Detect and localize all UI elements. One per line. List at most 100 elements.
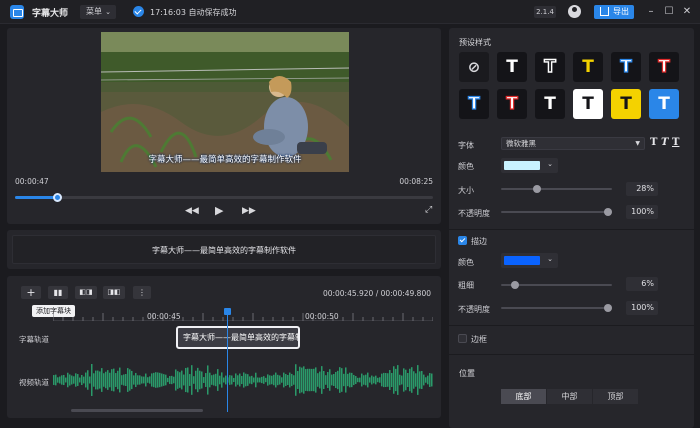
chevron-down-icon: ⌄: [547, 255, 553, 263]
version-badge: 2.1.4: [534, 6, 556, 18]
timeline-panel: + ▮▮ ◧◨ ◨◧ ⋮ 添加字幕块 00:00:45.920 / 00:00:…: [7, 276, 441, 418]
rewind-icon[interactable]: ◀◀: [185, 206, 199, 216]
menu-label: 菜单: [86, 7, 102, 16]
preset-style-7[interactable]: T: [497, 89, 527, 119]
maximize-icon[interactable]: ☐: [662, 4, 676, 20]
thickness-slider-handle[interactable]: [511, 281, 520, 289]
menu-button[interactable]: 菜单 ⌄: [80, 5, 116, 19]
app-title: 字幕大师: [32, 9, 69, 19]
size-slider[interactable]: [501, 185, 612, 193]
audio-waveform: [53, 364, 433, 396]
opacity-slider[interactable]: [501, 208, 612, 216]
video-frame[interactable]: 字幕大师——最简单高效的字幕制作软件: [101, 32, 349, 172]
progress-fill: [15, 196, 57, 199]
title-bar: 字幕大师 菜单 ⌄ 17:16:03 自动保存成功 2.1.4 导出 – ☐ ✕: [0, 0, 700, 24]
preset-style-5[interactable]: T: [649, 52, 679, 82]
user-avatar-icon[interactable]: [568, 5, 581, 18]
fast-forward-icon[interactable]: ▶▶: [242, 206, 256, 216]
thickness-label: 粗细: [458, 281, 474, 290]
preset-style-11[interactable]: T: [649, 89, 679, 119]
preset-style-1[interactable]: T: [497, 52, 527, 82]
position-top-button[interactable]: 顶部: [593, 389, 638, 404]
stroke-checkbox[interactable]: [458, 236, 467, 245]
underline-icon[interactable]: T: [672, 137, 679, 148]
playhead[interactable]: [224, 308, 231, 412]
divider: [449, 229, 694, 230]
split-block-icon[interactable]: ▮▮: [48, 286, 68, 299]
stroke-opacity-label: 不透明度: [458, 305, 490, 314]
video-player: 字幕大师——最简单高效的字幕制作软件 00:00:47 00:08:25 ◀◀ …: [7, 28, 441, 224]
font-value: 微软雅黑: [506, 139, 536, 148]
ruler-label: 00:00:50: [305, 312, 339, 321]
opacity-slider-handle[interactable]: [604, 208, 612, 216]
size-slider-handle[interactable]: [532, 185, 541, 193]
fullscreen-icon[interactable]: ⤢: [425, 205, 432, 215]
app-logo-icon: [10, 5, 24, 19]
size-label: 大小: [458, 186, 474, 195]
chevron-down-icon: ⌄: [105, 8, 111, 16]
chevron-down-icon: ⌄: [547, 160, 553, 168]
stroke-label: 描边: [471, 237, 487, 246]
timeline-time-display: 00:00:45.920 / 00:00:49.800: [322, 289, 431, 298]
preset-none-icon[interactable]: ⊘: [459, 52, 489, 82]
position-bottom-button[interactable]: 底部: [501, 389, 546, 404]
stroke-opacity-value[interactable]: 100%: [626, 301, 658, 315]
preset-style-4[interactable]: T: [611, 52, 641, 82]
video-scene: [101, 32, 349, 172]
opacity-value[interactable]: 100%: [626, 205, 658, 219]
bold-icon[interactable]: T: [650, 137, 657, 148]
preset-style-8[interactable]: T: [535, 89, 565, 119]
thickness-slider[interactable]: [501, 281, 612, 289]
preset-style-10[interactable]: T: [611, 89, 641, 119]
merge-left-icon[interactable]: ◧◨: [75, 286, 97, 299]
divider: [449, 354, 694, 355]
italic-icon[interactable]: T: [661, 137, 668, 148]
style-panel: 预设样式 ⊘ T T T T T T T T T T T 字体 微软雅黑 ▼ T …: [449, 28, 694, 428]
preset-style-2[interactable]: T: [535, 52, 565, 82]
add-subtitle-button[interactable]: +: [21, 286, 41, 299]
time-ruler[interactable]: [52, 309, 434, 321]
stroke-color-swatch: [504, 256, 540, 265]
preset-style-9[interactable]: T: [573, 89, 603, 119]
font-color-picker[interactable]: ⌄: [501, 158, 558, 173]
total-time: 00:08:25: [399, 177, 433, 186]
merge-right-icon[interactable]: ◨◧: [103, 286, 125, 299]
export-button[interactable]: 导出: [594, 5, 634, 19]
divider: [449, 325, 694, 326]
save-status: 17:16:03 自动保存成功: [150, 8, 237, 17]
size-value[interactable]: 28%: [626, 182, 658, 196]
close-icon[interactable]: ✕: [680, 4, 694, 20]
border-label: 边框: [471, 335, 487, 344]
font-label: 字体: [458, 141, 474, 150]
preset-style-3[interactable]: T: [573, 52, 603, 82]
current-time: 00:00:47: [15, 177, 49, 186]
progress-bar[interactable]: [15, 193, 433, 202]
delete-block-icon[interactable]: ⋮: [133, 286, 151, 299]
subtitle-track-label: 字幕轨道: [19, 335, 49, 344]
ruler-ticks: [52, 313, 434, 321]
stroke-color-label: 颜色: [458, 258, 474, 267]
font-select[interactable]: 微软雅黑 ▼: [501, 137, 645, 150]
color-label: 颜色: [458, 162, 474, 171]
stroke-opacity-slider[interactable]: [501, 304, 612, 312]
stroke-opacity-slider-handle[interactable]: [604, 304, 612, 312]
chevron-down-icon: ▼: [635, 140, 640, 147]
subtitle-block[interactable]: 字幕大师——最简单高效的字幕制作软件: [176, 326, 300, 349]
subtitle-overlay: 字幕大师——最简单高效的字幕制作软件: [148, 155, 302, 165]
position-middle-button[interactable]: 中部: [547, 389, 592, 404]
position-title: 位置: [459, 369, 475, 378]
minimize-icon[interactable]: –: [644, 4, 658, 20]
border-checkbox[interactable]: [458, 334, 467, 343]
thickness-value[interactable]: 6%: [626, 277, 658, 291]
progress-handle[interactable]: [52, 193, 62, 202]
preset-style-6[interactable]: T: [459, 89, 489, 119]
video-track-label: 视频轨道: [19, 378, 49, 387]
subtitle-editor: 字幕大师——最简单高效的字幕制作软件: [7, 230, 441, 269]
font-color-swatch: [504, 161, 540, 170]
check-icon: [133, 6, 144, 17]
stroke-color-picker[interactable]: ⌄: [501, 253, 558, 268]
subtitle-text-input[interactable]: 字幕大师——最简单高效的字幕制作软件: [12, 235, 436, 264]
timeline-scrollbar[interactable]: [71, 409, 203, 412]
play-icon[interactable]: ▶: [215, 204, 223, 217]
opacity-label: 不透明度: [458, 209, 490, 218]
